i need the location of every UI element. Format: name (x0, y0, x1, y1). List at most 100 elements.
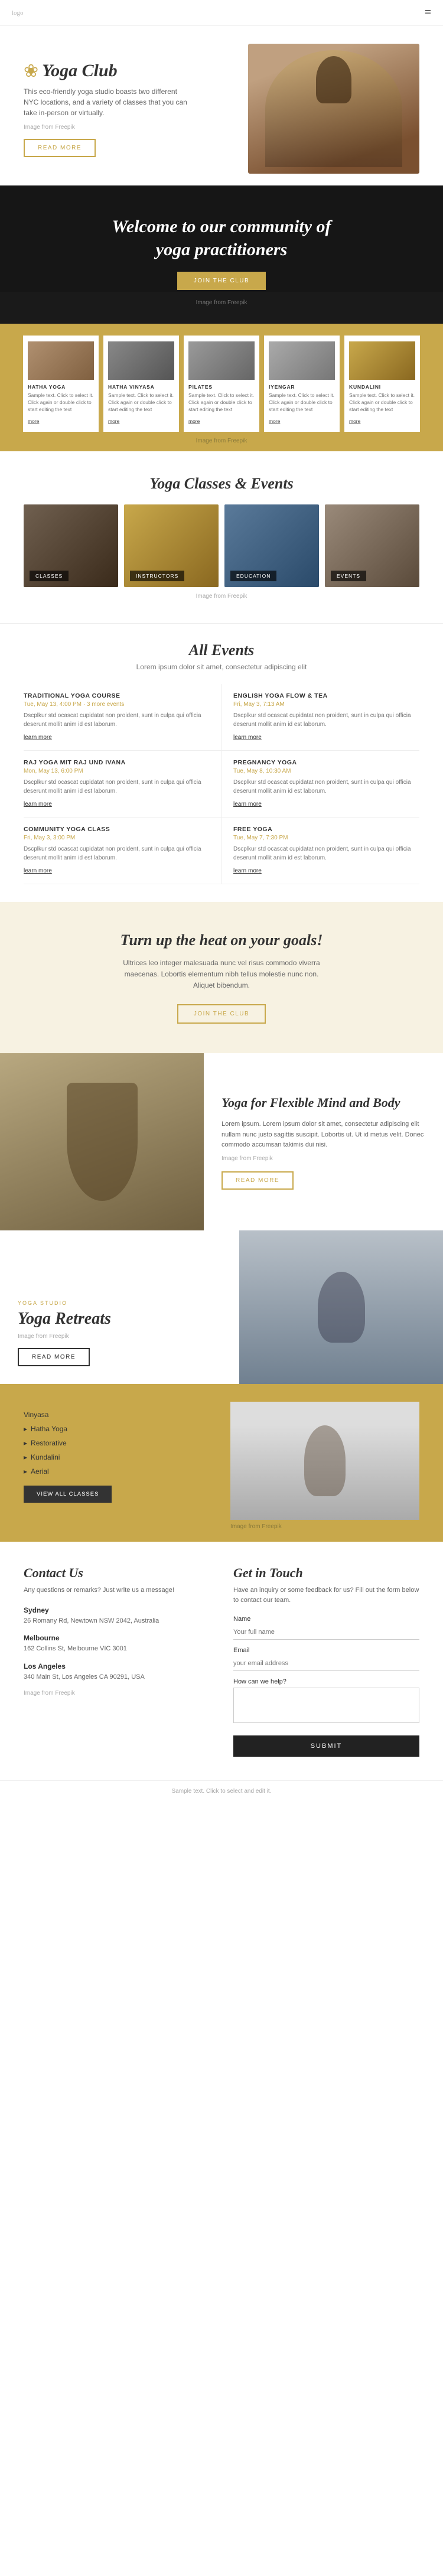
class-badge-instructors: INSTRUCTORS (130, 571, 184, 581)
name-field[interactable] (233, 1625, 419, 1640)
retreats-img-credit: Image from Freepik (18, 1333, 222, 1340)
event-title: RAJ YOGA MIT RAJ UND IVANA (24, 759, 209, 766)
welcome-heading: Welcome to our community of yoga practit… (24, 215, 419, 261)
contact-left: Contact Us Any questions or remarks? Jus… (24, 1565, 210, 1757)
hero-brand: ❀ Yoga Club (24, 61, 216, 82)
classes-events-heading: Yoga Classes & Events (24, 475, 419, 493)
get-in-touch-intro: Have an inquiry or some feedback for us?… (233, 1585, 419, 1605)
list-item[interactable]: ▸Hatha Yoga (24, 1422, 213, 1436)
class-badge-education: EDUCATION (230, 571, 276, 581)
contact-heading: Contact Us (24, 1565, 210, 1581)
footer-text: Sample text. Click to select and edit it… (24, 1788, 419, 1795)
event-title: COMMUNITY YOGA CLASS (24, 826, 209, 833)
hero-read-more-button[interactable]: READ MORE (24, 139, 96, 157)
retreats-left-content: YOGA STUDIO Yoga Retreats Image from Fre… (0, 1230, 239, 1384)
type-desc: Sample text. Click to select it. Click a… (28, 392, 94, 413)
hamburger-icon[interactable]: ≡ (425, 6, 431, 19)
event-learn-more-link[interactable]: learn more (24, 734, 52, 741)
welcome-banner: Welcome to our community of yoga practit… (0, 185, 443, 324)
retreats-img-link[interactable]: Freepik (49, 1333, 69, 1340)
heat-desc: Ultrices leo integer malesuada nunc vel … (115, 958, 328, 992)
type-img-4 (269, 341, 335, 380)
event-learn-more-link[interactable]: learn more (24, 801, 52, 807)
contact-section: Contact Us Any questions or remarks? Jus… (0, 1542, 443, 1780)
email-field[interactable] (233, 1656, 419, 1671)
classes-columns: Vinyasa ▸Hatha Yoga ▸Restorative ▸Kundal… (24, 1402, 419, 1530)
type-more-link[interactable]: more (28, 418, 39, 424)
contact-right: Get in Touch Have an inquiry or some fee… (233, 1565, 419, 1757)
class-card-instructors[interactable]: INSTRUCTORS (124, 504, 219, 587)
form-group-name: Name (233, 1616, 419, 1640)
message-label: How can we help? (233, 1678, 419, 1685)
class-card-classes[interactable]: CLASSES (24, 504, 118, 587)
type-img-1 (28, 341, 94, 380)
events-grid: TRADITIONAL YOGA COURSE Tue, May 13, 4:0… (24, 684, 419, 884)
flex-img-credit: Image from Freepik (222, 1155, 425, 1162)
event-desc: Dscplkur std ocascat cupidatat non proid… (24, 711, 209, 729)
type-title: PILATES (188, 384, 255, 390)
welcome-img-link[interactable]: Freepik (227, 299, 247, 306)
list-item[interactable]: Vinyasa (24, 1408, 213, 1422)
event-learn-more-link[interactable]: learn more (233, 734, 262, 741)
event-desc: Dscplkur std ocascat cupidatat non proid… (24, 778, 209, 796)
form-group-email: Email (233, 1647, 419, 1671)
type-title: HATHA YOGA (28, 384, 94, 390)
flex-read-more-button[interactable]: READ MORE (222, 1171, 294, 1190)
contact-city-sydney: Sydney 26 Romany Rd, Newtown NSW 2042, A… (24, 1606, 210, 1626)
event-date: Mon, May 13, 6:00 PM (24, 768, 209, 774)
class-card-education[interactable]: EDUCATION (224, 504, 319, 587)
hero-img-link[interactable]: Freepik (55, 124, 74, 131)
list-item: HATHA YOGA Sample text. Click to select … (23, 336, 99, 432)
list-item[interactable]: ▸Aerial (24, 1464, 213, 1478)
contact-img-credit: Image from Freepik (24, 1690, 210, 1696)
message-field[interactable] (233, 1688, 419, 1723)
list-item[interactable]: ▸Kundalini (24, 1450, 213, 1464)
email-label: Email (233, 1647, 419, 1654)
classes-img-link[interactable]: Freepik (227, 593, 247, 600)
heat-cta-button[interactable]: JOIN THE CLUB (177, 1004, 266, 1024)
list-item[interactable]: ▸Restorative (24, 1436, 213, 1450)
welcome-cta-button[interactable]: JOIN THE CLUB (177, 272, 266, 290)
retreats-read-more-button[interactable]: READ MORE (18, 1348, 90, 1366)
hero-img-placeholder (248, 44, 419, 174)
classes-list-img (230, 1402, 419, 1520)
types-img-link[interactable]: Freepik (227, 438, 247, 444)
type-more-link[interactable]: more (108, 418, 119, 424)
type-title: HATHA VINYASA (108, 384, 174, 390)
flex-img-link[interactable]: Freepik (253, 1155, 272, 1162)
city-name: Melbourne (24, 1634, 210, 1642)
event-date: Fri, May 3, 7:13 AM (233, 701, 419, 708)
event-learn-more-link[interactable]: learn more (233, 868, 262, 874)
type-img-3 (188, 341, 255, 380)
event-title: FREE YOGA (233, 826, 419, 833)
type-more-link[interactable]: more (349, 418, 360, 424)
event-learn-more-link[interactable]: learn more (233, 801, 262, 807)
hero-description: This eco-friendly yoga studio boasts two… (24, 86, 189, 118)
submit-button[interactable]: SUBMIT (233, 1735, 419, 1757)
classes-img-link-2[interactable]: Freepik (262, 1523, 281, 1530)
contact-img-link[interactable]: Freepik (55, 1690, 74, 1696)
hero-image (227, 44, 419, 174)
retreats-section: YOGA STUDIO Yoga Retreats Image from Fre… (0, 1230, 443, 1384)
yoga-types-grid: HATHA YOGA Sample text. Click to select … (12, 336, 431, 432)
event-desc: Dscplkur std ocascat cupidatat non proid… (24, 845, 209, 862)
event-learn-more-link[interactable]: learn more (24, 868, 52, 874)
type-desc: Sample text. Click to select it. Click a… (188, 392, 255, 413)
hero-img-credit: Image from Freepik (24, 124, 216, 131)
classes-list-section: Vinyasa ▸Hatha Yoga ▸Restorative ▸Kundal… (0, 1384, 443, 1542)
heat-heading: Turn up the heat on your goals! (24, 932, 419, 949)
class-card-events[interactable]: EVENTS (325, 504, 419, 587)
view-all-classes-button[interactable]: VIEW ALL CLASSES (24, 1486, 112, 1503)
heat-banner: Turn up the heat on your goals! Ultrices… (0, 902, 443, 1054)
type-more-link[interactable]: more (188, 418, 200, 424)
name-label: Name (233, 1616, 419, 1623)
hero-section: ❀ Yoga Club This eco-friendly yoga studi… (0, 26, 443, 185)
contact-city-la: Los Angeles 340 Main St, Los Angeles CA … (24, 1662, 210, 1682)
type-title: IYENGAR (269, 384, 335, 390)
all-events-subtitle: Lorem ipsum dolor sit amet, consectetur … (24, 663, 419, 671)
view-all-btn: VIEW ALL CLASSES (24, 1486, 213, 1503)
hero-text: ❀ Yoga Club This eco-friendly yoga studi… (24, 61, 216, 157)
nav-logo: logo (12, 9, 24, 17)
type-more-link[interactable]: more (269, 418, 280, 424)
event-title: TRADITIONAL YOGA COURSE (24, 692, 209, 699)
